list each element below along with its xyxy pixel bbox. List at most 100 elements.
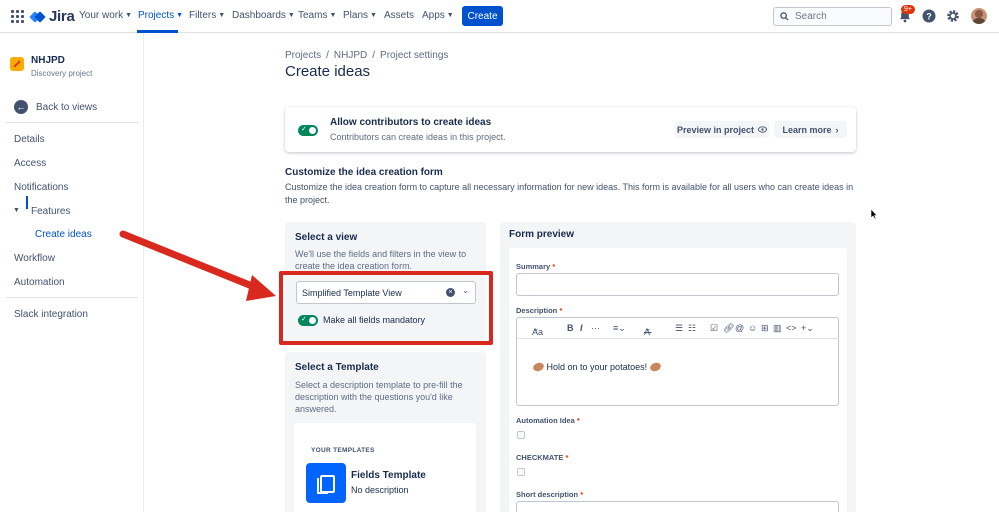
help-icon[interactable]: ? bbox=[922, 9, 936, 23]
template-card[interactable]: YOUR TEMPLATES Fields Template No descri… bbox=[294, 423, 476, 512]
summary-input[interactable] bbox=[516, 273, 839, 296]
allow-contributors-subtitle: Contributors can create ideas in this pr… bbox=[330, 132, 506, 142]
sidebar-item-slack-integration[interactable]: Slack integration bbox=[14, 309, 88, 320]
breadcrumb-projects[interactable]: Projects bbox=[285, 50, 321, 61]
template-description: No description bbox=[351, 485, 409, 495]
checkmate-checkbox[interactable] bbox=[517, 468, 525, 476]
allow-contributors-title: Allow contributors to create ideas bbox=[330, 117, 492, 128]
customize-form-title: Customize the idea creation form bbox=[285, 167, 443, 178]
active-item-indicator bbox=[26, 196, 28, 209]
chevron-right-icon: › bbox=[835, 124, 839, 135]
bullet-list-icon[interactable]: ☰ bbox=[675, 323, 683, 334]
sidebar-item-notifications[interactable]: Notifications bbox=[14, 182, 68, 193]
chevron-down-icon: ▼ bbox=[370, 12, 377, 19]
select-template-title: Select a Template bbox=[295, 362, 379, 373]
page-title: Create ideas bbox=[285, 63, 371, 80]
code-snippet-icon[interactable]: <> bbox=[786, 323, 797, 333]
search-placeholder: Search bbox=[795, 11, 827, 22]
breadcrumb: Projects / NHJPD / Project settings bbox=[285, 50, 449, 61]
text-color-button[interactable]: A ⌄ bbox=[644, 323, 652, 337]
arrow-left-icon: ← bbox=[14, 100, 28, 114]
project-avatar-icon bbox=[10, 57, 24, 71]
chevron-down-icon[interactable]: ▼ bbox=[13, 207, 20, 214]
jira-logo[interactable]: Jira bbox=[29, 8, 75, 25]
description-text: Hold on to your potatoes! bbox=[546, 362, 648, 372]
search-input[interactable]: Search bbox=[773, 7, 892, 26]
more-formatting-button[interactable]: ··· bbox=[591, 323, 600, 333]
learn-more-label: Learn more bbox=[782, 124, 832, 135]
svg-text:?: ? bbox=[926, 12, 932, 22]
chevron-down-icon: ▼ bbox=[125, 12, 133, 19]
nav-dashboards[interactable]: Dashboards ▼ bbox=[232, 10, 295, 21]
annotation-highlight-box bbox=[279, 271, 493, 345]
bold-button[interactable]: B bbox=[567, 323, 574, 333]
short-description-input[interactable] bbox=[516, 501, 839, 512]
automation-idea-label: Automation Idea * bbox=[516, 416, 580, 425]
template-document-icon bbox=[306, 463, 346, 503]
user-avatar[interactable] bbox=[971, 8, 987, 24]
sidebar-item-access[interactable]: Access bbox=[14, 158, 46, 169]
numbered-list-icon[interactable]: ☷ bbox=[688, 323, 696, 334]
top-navigation: Jira Your work ▼ Projects ▼ Filters ▼ Dashb… bbox=[0, 0, 999, 33]
logo-text: Jira bbox=[49, 8, 75, 25]
back-to-views-label: Back to views bbox=[36, 101, 98, 113]
nav-apps[interactable]: Apps ▼ bbox=[422, 10, 454, 21]
layout-icon[interactable]: ▥ bbox=[773, 323, 782, 334]
nav-teams[interactable]: Teams ▼ bbox=[298, 10, 336, 21]
potato-emoji-icon bbox=[648, 361, 662, 373]
sidebar-item-features[interactable]: Features bbox=[31, 206, 70, 217]
project-name: NHJPD bbox=[31, 55, 65, 66]
your-templates-heading: YOUR TEMPLATES bbox=[311, 447, 375, 454]
action-item-icon[interactable]: ☑ bbox=[710, 323, 718, 334]
nav-assets[interactable]: Assets bbox=[384, 10, 414, 21]
breadcrumb-project-settings[interactable]: Project settings bbox=[380, 50, 448, 61]
jira-logo-icon bbox=[29, 10, 46, 24]
notification-badge: 9+ bbox=[901, 5, 915, 14]
short-description-label: Short description * bbox=[516, 490, 584, 499]
chevron-down-icon: ▼ bbox=[218, 12, 226, 19]
sidebar-item-workflow[interactable]: Workflow bbox=[14, 253, 55, 264]
checkmate-label: CHECKMATE * bbox=[516, 453, 569, 462]
automation-idea-checkbox[interactable] bbox=[517, 431, 525, 439]
chevron-down-icon: ▼ bbox=[446, 12, 454, 19]
rich-text-toolbar: Aa ⌄ B I ··· ≡⌄ A ⌄ ☰ ☷ ☑ 🔗︎ @ ☺ ⊞ ▥ <> +⌄ bbox=[517, 319, 839, 339]
learn-more-button[interactable]: Learn more › bbox=[774, 121, 847, 138]
check-icon: ✓ bbox=[301, 126, 307, 133]
sidebar-item-details[interactable]: Details bbox=[14, 134, 45, 145]
app-switcher-icon[interactable] bbox=[11, 10, 24, 23]
sidebar-item-create-ideas[interactable]: Create ideas bbox=[35, 229, 92, 240]
select-view-description: We'll use the fields and filters in the … bbox=[295, 249, 467, 271]
table-icon[interactable]: ⊞ bbox=[761, 323, 769, 334]
sidebar-divider bbox=[6, 122, 138, 123]
preview-in-project-label: Preview in project bbox=[676, 124, 755, 135]
allow-contributors-card: ✓ Allow contributors to create ideas Con… bbox=[285, 107, 856, 152]
align-left-icon[interactable]: ≡⌄ bbox=[613, 323, 626, 334]
chevron-down-icon: ▼ bbox=[176, 12, 184, 19]
nav-your-work[interactable]: Your work ▼ bbox=[79, 10, 132, 21]
back-to-views-link[interactable]: ← Back to views bbox=[14, 100, 97, 114]
mouse-cursor-icon bbox=[870, 208, 878, 220]
mention-icon[interactable]: @ bbox=[735, 323, 744, 333]
nav-projects[interactable]: Projects ▼ bbox=[138, 10, 183, 21]
search-icon bbox=[780, 12, 789, 21]
link-icon[interactable]: 🔗︎ bbox=[723, 323, 734, 334]
emoji-icon[interactable]: ☺ bbox=[748, 323, 757, 333]
description-content: Hold on to your potatoes! bbox=[531, 361, 662, 373]
allow-contributors-toggle[interactable]: ✓ bbox=[298, 125, 318, 136]
breadcrumb-project[interactable]: NHJPD bbox=[334, 50, 367, 61]
eye-icon bbox=[758, 126, 768, 133]
select-template-description: Select a description template to pre-fil… bbox=[295, 380, 463, 414]
italic-button[interactable]: I bbox=[580, 323, 583, 333]
chevron-down-icon: ▼ bbox=[287, 12, 295, 19]
nav-filters[interactable]: Filters ▼ bbox=[189, 10, 225, 21]
customize-form-description: Customize the idea creation form to capt… bbox=[285, 182, 854, 205]
sidebar-item-automation[interactable]: Automation bbox=[14, 277, 65, 288]
form-preview-title: Form preview bbox=[509, 229, 575, 240]
create-button[interactable]: Create bbox=[462, 6, 503, 26]
insert-plus-icon[interactable]: +⌄ bbox=[801, 323, 814, 334]
nav-plans[interactable]: Plans ▼ bbox=[343, 10, 377, 21]
project-sidebar: NHJPD Discovery project ← Back to views … bbox=[0, 33, 144, 512]
preview-in-project-button[interactable]: Preview in project bbox=[675, 121, 769, 138]
text-style-dropdown[interactable]: Aa ⌄ bbox=[532, 323, 543, 337]
settings-gear-icon[interactable] bbox=[946, 9, 960, 23]
